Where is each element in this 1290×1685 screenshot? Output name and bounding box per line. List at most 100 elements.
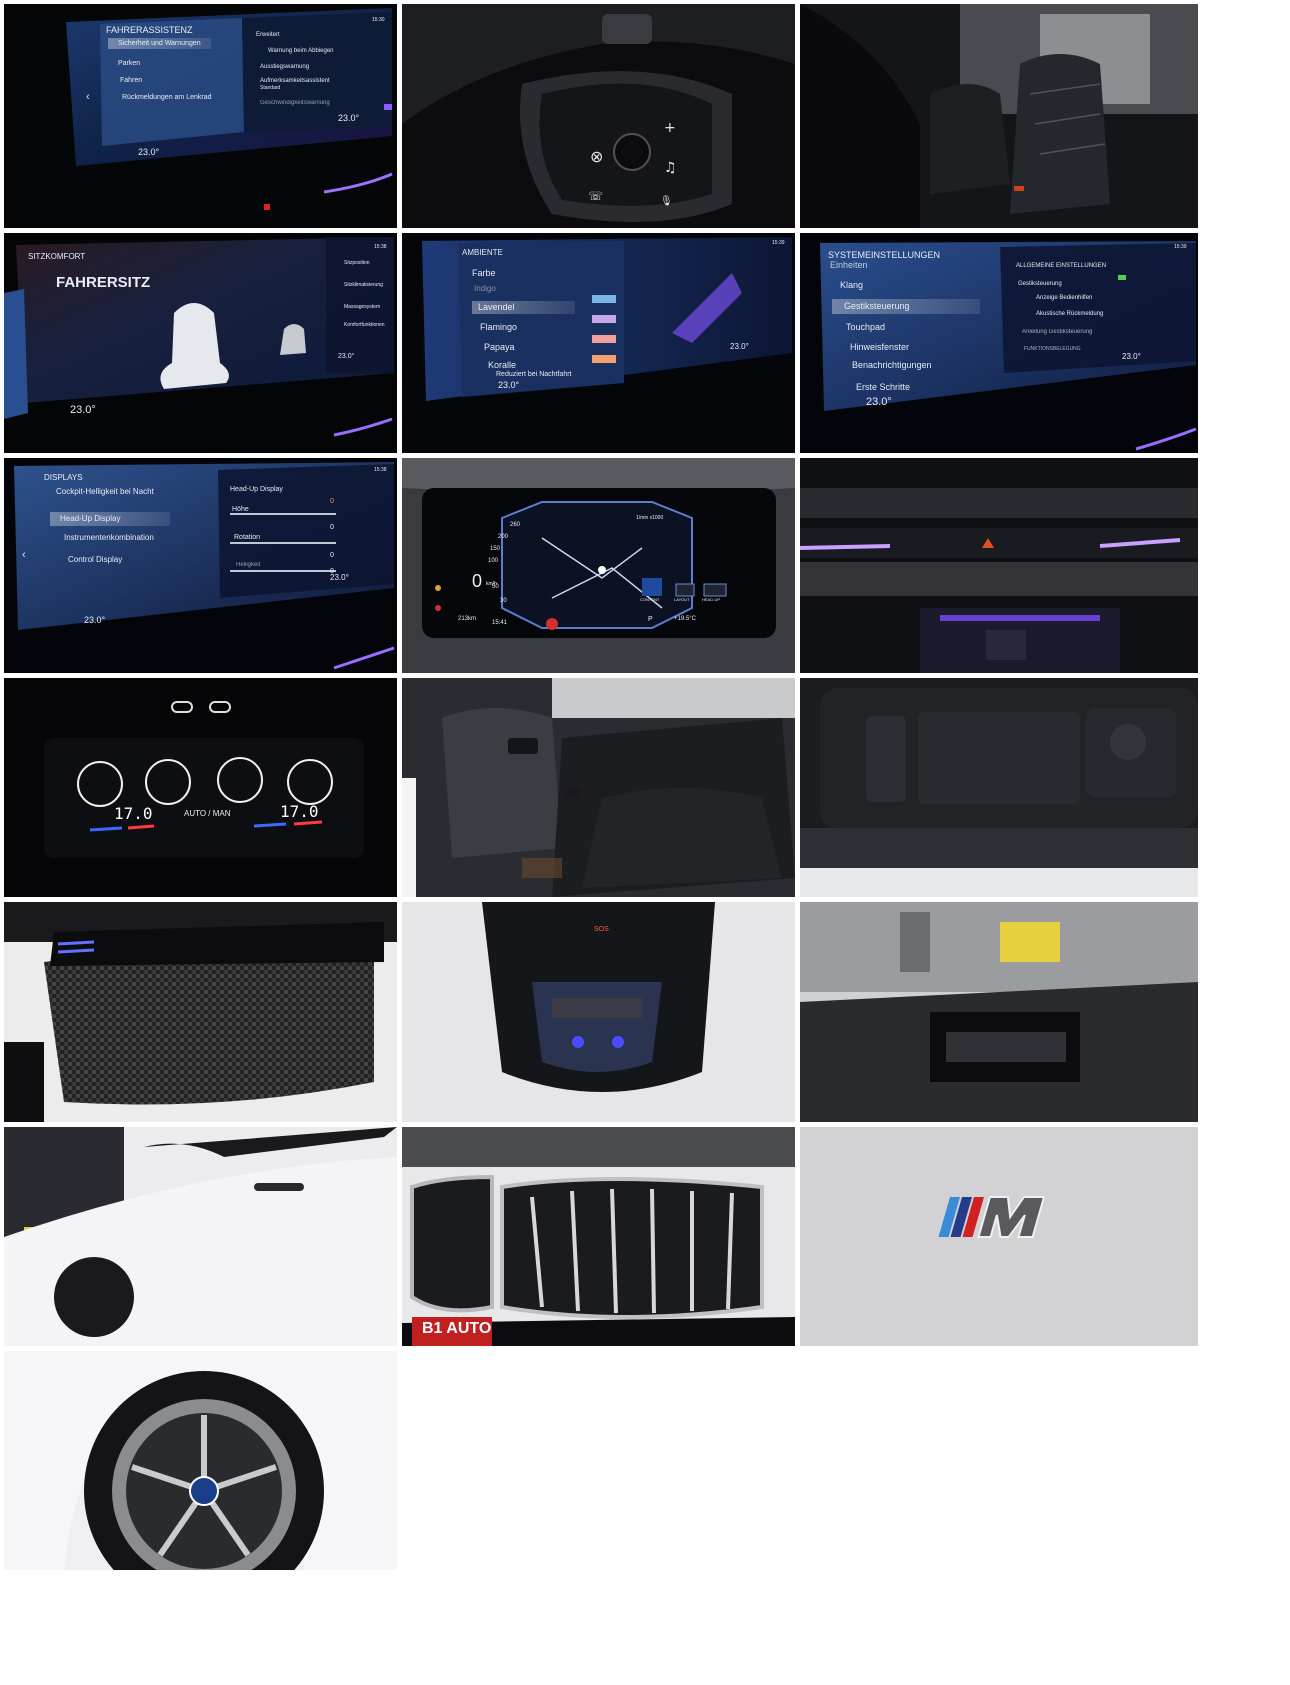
menu-item[interactable]: Farbe xyxy=(472,269,496,278)
right-item[interactable]: Höhe xyxy=(232,506,249,513)
content-button[interactable]: CONTENT xyxy=(640,598,659,602)
menu-item[interactable]: Parken xyxy=(118,60,140,67)
gallery-photo-displays[interactable]: DISPLAYS Cockpit-Helligkeit bei Nacht He… xyxy=(4,458,397,673)
cluster-photo xyxy=(402,458,795,673)
time: 15:38 xyxy=(374,244,387,250)
menu-item-highlighted[interactable]: Head-Up Display xyxy=(50,512,171,526)
temp-right: 23.0° xyxy=(730,342,749,351)
steering-wheel-photo: ⊗ + ♫ ☏ 🎙 xyxy=(402,4,795,228)
svg-text:+: + xyxy=(664,120,676,136)
gallery-photo-window-controls[interactable] xyxy=(800,678,1198,897)
chevron-left-icon[interactable]: ‹ xyxy=(86,92,90,103)
menu-item[interactable]: Rückmeldungen am Lenkrad xyxy=(122,94,212,101)
license-plate: B1 AUTO xyxy=(422,1320,492,1337)
menu-item[interactable]: Flamingo xyxy=(480,323,517,332)
clock: 15:41 xyxy=(492,620,508,626)
side-item[interactable]: Massagesystem xyxy=(344,305,380,310)
menu-item[interactable]: Einheiten xyxy=(830,261,868,270)
page-heading: FAHRERSITZ xyxy=(56,274,151,291)
menu-item[interactable]: Fahren xyxy=(120,77,142,84)
auto-man-button[interactable]: AUTO / MAN xyxy=(184,810,231,818)
temp-left: 23.0° xyxy=(498,380,520,390)
menu-item[interactable]: Erste Schritte xyxy=(856,383,910,392)
svg-text:♫: ♫ xyxy=(664,160,677,176)
menu-title: DISPLAYS xyxy=(44,473,83,482)
gear: P xyxy=(648,616,653,623)
photo-gallery: FAHRERASSISTENZ Sicherheit und Warnungen… xyxy=(0,0,1290,1685)
menu-item[interactable]: Indigo xyxy=(474,285,496,293)
rpm-label: 1/min x1000 xyxy=(636,515,664,521)
menu-item[interactable]: Hinweisfenster xyxy=(850,343,909,352)
right-panel-title: ALLGEMEINE EINSTELLUNGEN xyxy=(1016,263,1107,269)
right-item: Standard xyxy=(260,85,281,91)
svg-text:⊗: ⊗ xyxy=(590,147,603,166)
menu-item[interactable]: Cockpit-Helligkeit bei Nacht xyxy=(56,488,154,496)
menu-item[interactable]: Instrumentenkombination xyxy=(64,534,154,542)
menu-item[interactable]: Koralle xyxy=(488,361,516,370)
head-up-button[interactable]: HEAD-UP xyxy=(702,598,720,602)
gallery-photo-ambient[interactable]: AMBIENTE Farbe Indigo Lavendel Flamingo … xyxy=(402,233,795,453)
side-item[interactable]: Komfortfunktionen xyxy=(344,323,385,328)
sos-button[interactable]: SOS xyxy=(594,926,609,933)
outside-temp: +19.5°C xyxy=(674,616,696,622)
temp-right: 23.0° xyxy=(330,573,349,582)
gallery-photo-carbon-trim[interactable] xyxy=(4,902,397,1122)
menu-item[interactable]: Klang xyxy=(840,281,863,290)
right-item[interactable]: Warnung beim Abbiegen xyxy=(268,48,334,54)
gallery-photo-side-door[interactable] xyxy=(4,1127,397,1346)
temp-right: 23.0° xyxy=(338,113,360,123)
gallery-photo-rear-climate[interactable]: 17.0 17.0 AUTO / MAN xyxy=(4,678,397,897)
gallery-photo-system-settings[interactable]: SYSTEMEINSTELLUNGEN Einheiten Klang Gest… xyxy=(800,233,1198,453)
right-item[interactable]: Anzeige Bedienhilfen xyxy=(1036,295,1092,301)
time: 15:38 xyxy=(374,467,387,473)
speed-value: 0 xyxy=(472,571,483,591)
chevron-left-icon[interactable]: ‹ xyxy=(22,550,26,561)
menu-item-highlighted[interactable]: Sicherheit und Warnungen xyxy=(108,38,211,49)
gallery-photo-wheel[interactable] xyxy=(4,1351,397,1570)
right-item[interactable]: Anleitung Gestiksteuerung xyxy=(1022,329,1092,335)
speed-tick: 200 xyxy=(498,534,509,540)
gallery-photo-instrument-cluster[interactable]: 260 200 150 100 50 30 0 km/h 1/min x1000… xyxy=(402,458,795,673)
gallery-photo-m-badge[interactable] xyxy=(800,1127,1198,1346)
gallery-photo-hud-unit[interactable] xyxy=(800,902,1198,1122)
menu-item[interactable]: Reduziert bei Nachtfahrt xyxy=(496,371,571,378)
gallery-photo-overhead-console[interactable]: SOS xyxy=(402,902,795,1122)
menu-item[interactable]: Papaya xyxy=(484,343,515,352)
layout-button[interactable]: LAYOUT xyxy=(674,598,690,602)
time: 15:39 xyxy=(1174,244,1187,250)
side-item[interactable]: Sitzklimatisierung xyxy=(344,283,383,288)
gallery-photo-seat-comfort[interactable]: SITZKOMFORT FAHRERSITZ Sitzposition Sitz… xyxy=(4,233,397,453)
carbon-trim-photo xyxy=(4,902,397,1122)
front-seats-photo xyxy=(800,4,1198,228)
gallery-photo-front-seats[interactable] xyxy=(800,4,1198,228)
side-item[interactable]: Sitzposition xyxy=(344,261,370,266)
right-item[interactable]: Geschwindigkeitswarnung xyxy=(260,100,330,106)
seat-comfort-photo xyxy=(4,233,397,453)
menu-item-highlighted[interactable]: Gestiksteuerung xyxy=(832,299,980,314)
gallery-photo-driver-assistance[interactable]: FAHRERASSISTENZ Sicherheit und Warnungen… xyxy=(4,4,397,228)
gallery-photo-steering-wheel[interactable]: ⊗ + ♫ ☏ 🎙 xyxy=(402,4,795,228)
speed-tick: 150 xyxy=(490,546,501,552)
rear-seats-photo xyxy=(402,678,795,897)
gallery-photo-rear-seats[interactable] xyxy=(402,678,795,897)
svg-text:🎙: 🎙 xyxy=(660,195,673,207)
menu-item-highlighted[interactable]: Lavendel xyxy=(472,301,575,314)
rear-temp-right: 17.0 xyxy=(280,802,319,821)
right-panel-title: Erweitert xyxy=(256,32,280,38)
menu-item[interactable]: Touchpad xyxy=(846,323,885,332)
speed-tick: 260 xyxy=(510,522,521,528)
right-item[interactable]: Helligkeit xyxy=(236,562,260,568)
gallery-photo-dashboard-light[interactable] xyxy=(800,458,1198,673)
value: 0 xyxy=(330,552,334,559)
right-item[interactable]: Gestiksteuerung xyxy=(1018,281,1062,287)
menu-title: FAHRERASSISTENZ xyxy=(106,25,193,35)
menu-item[interactable]: Control Display xyxy=(68,556,122,564)
hud-unit-photo xyxy=(800,902,1198,1122)
temp-right: 23.0° xyxy=(1122,352,1141,361)
right-item[interactable]: Akustische Rückmeldung xyxy=(1036,311,1103,317)
right-item[interactable]: Ausstiegswarnung xyxy=(260,64,309,70)
right-item[interactable]: Rotation xyxy=(234,534,260,541)
right-item[interactable]: Aufmerksamkeitsassistent xyxy=(260,78,330,84)
gallery-photo-grille[interactable]: B1 AUTO xyxy=(402,1127,795,1346)
menu-item[interactable]: Benachrichtigungen xyxy=(852,361,932,370)
